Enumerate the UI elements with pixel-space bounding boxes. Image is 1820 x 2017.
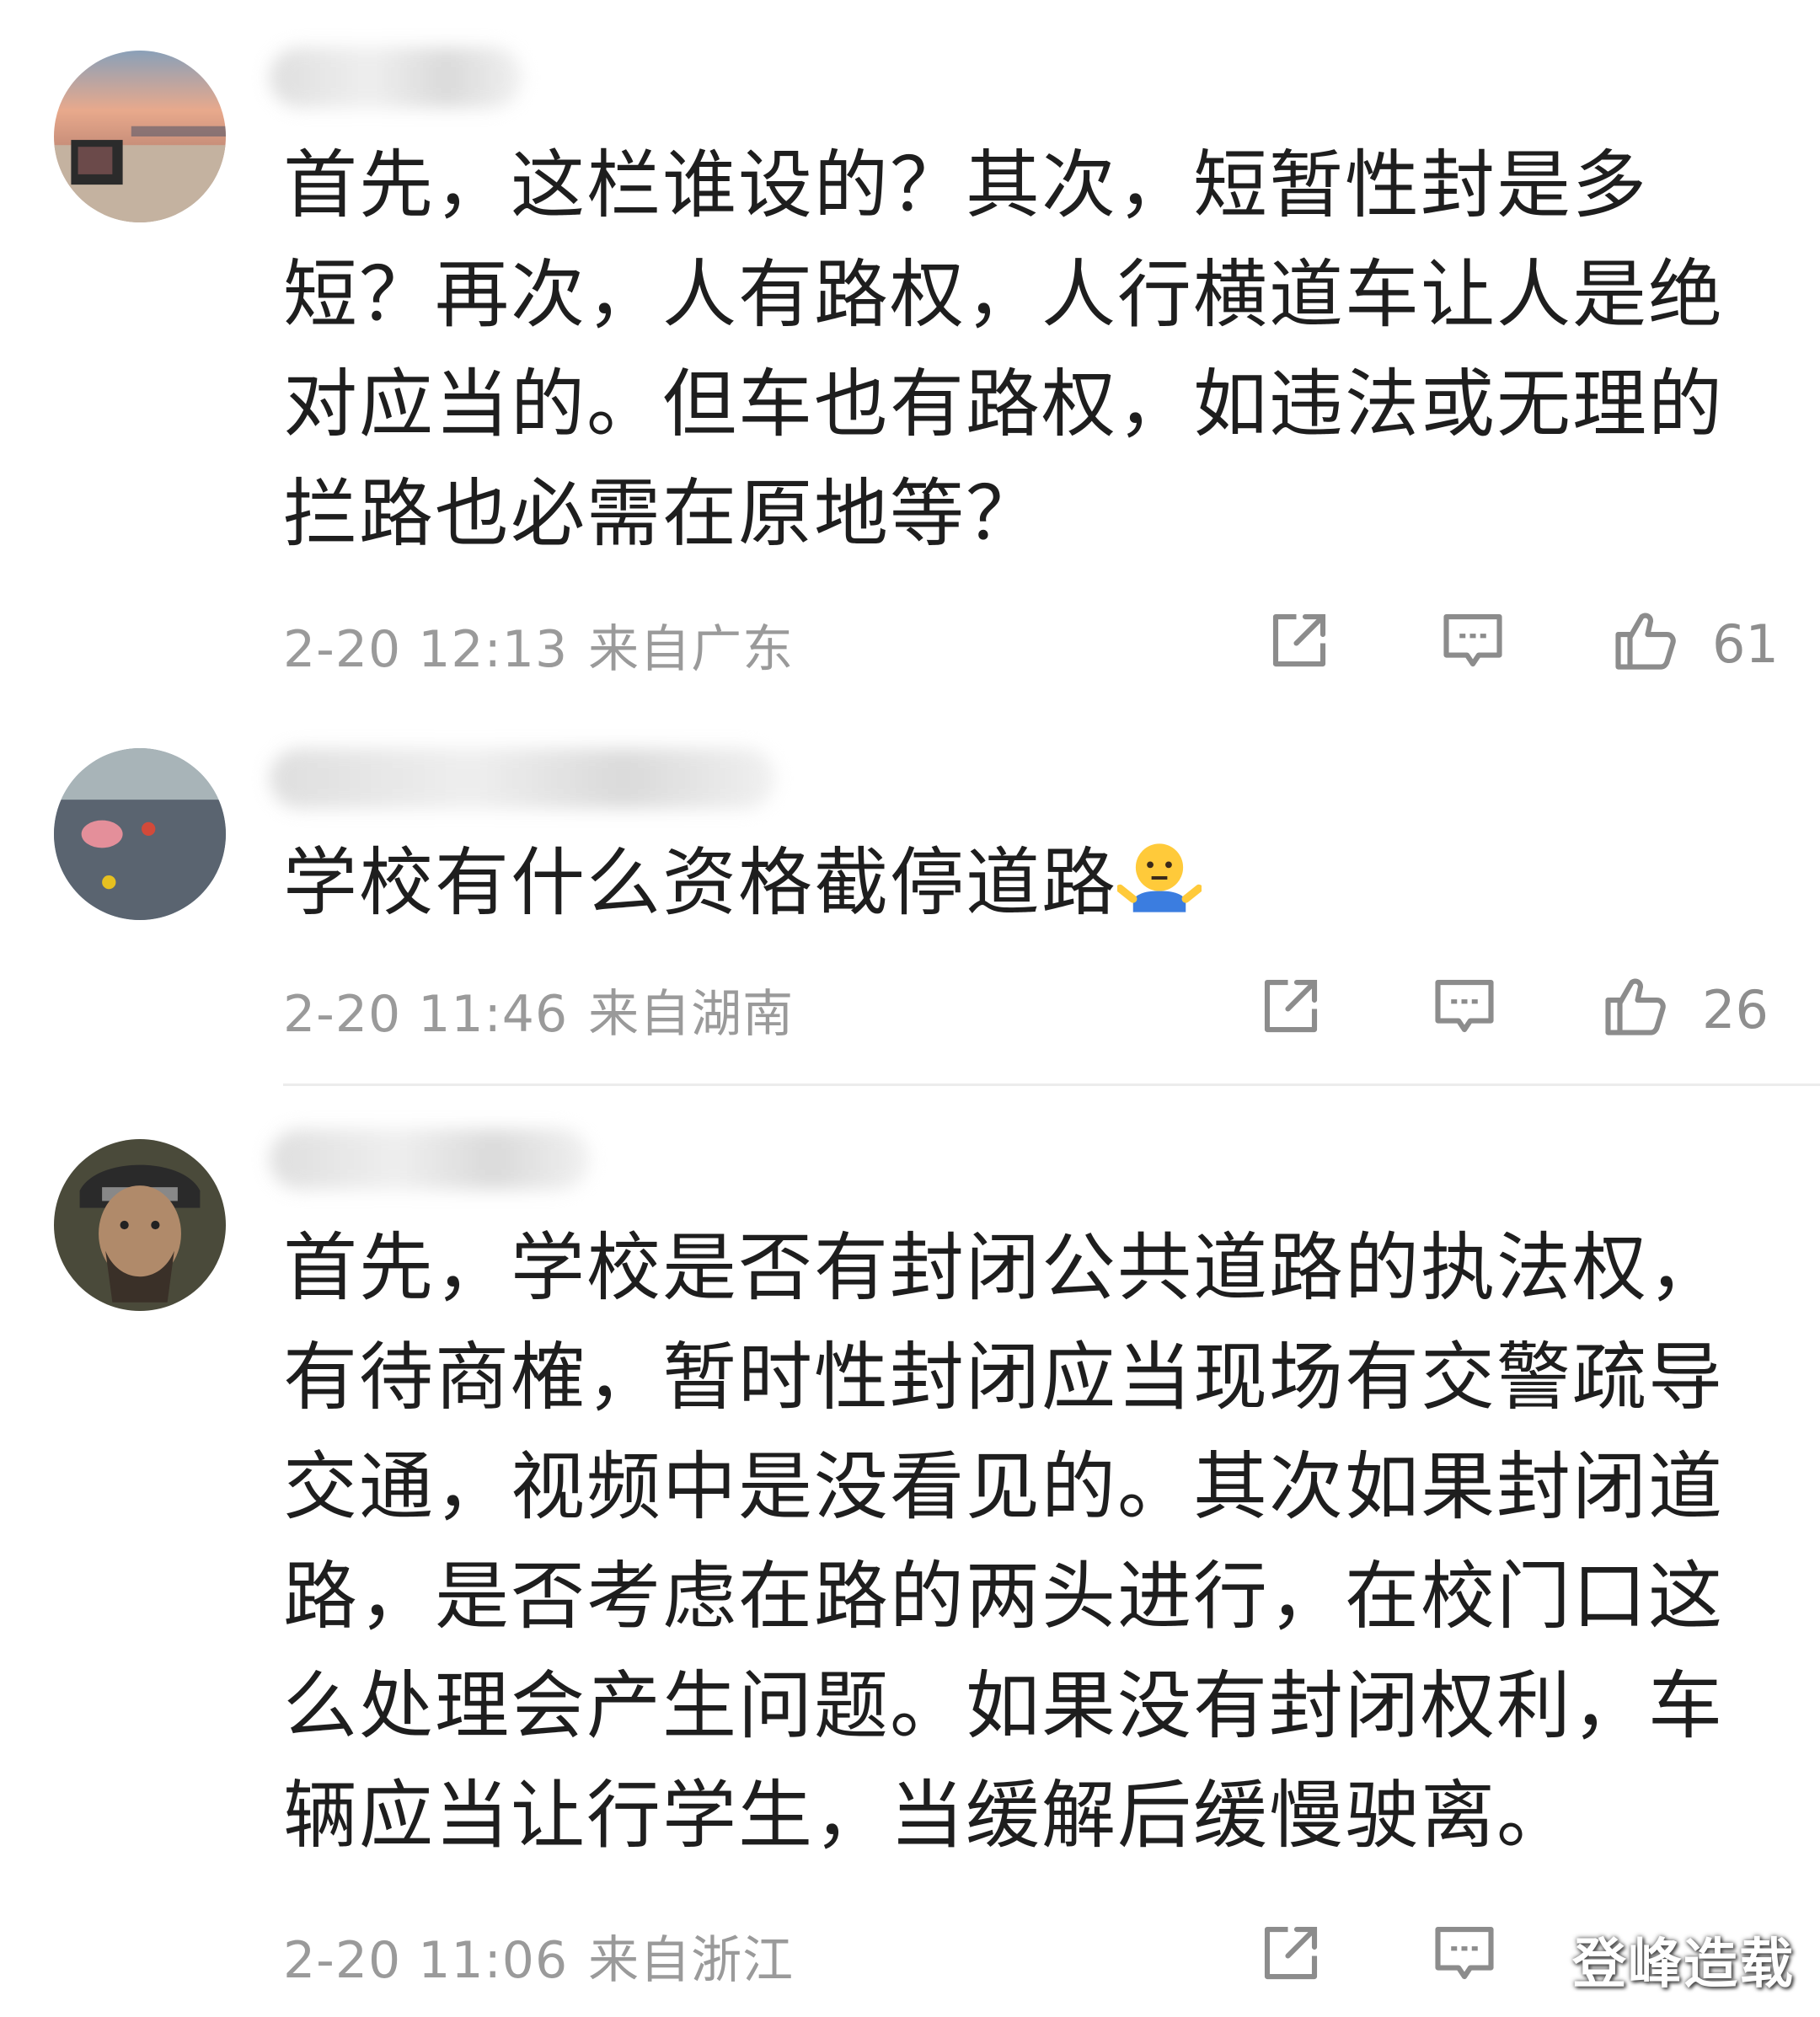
share-button[interactable]	[1255, 1918, 1326, 1988]
like-icon	[1615, 613, 1676, 670]
comment-date: 2-20 11:46	[283, 985, 569, 1044]
comment-text: 首先，学校是否有封闭公共道路的执法权，有待商榷，暂时性封闭应当现场有交警疏导交通…	[283, 1224, 1725, 1859]
username-blurred[interactable]	[270, 748, 775, 809]
comment-text: 学校有什么资格截停道路	[283, 828, 1758, 938]
comment-icon	[1443, 613, 1502, 667]
reply-button[interactable]	[1429, 971, 1500, 1041]
like-count: 26	[1702, 979, 1769, 1041]
comment-text: 首先，这栏谁设的？其次，短暂性封是多短？再次，人有路权，人行横道车让人是绝对应当…	[283, 142, 1725, 557]
divider	[283, 1083, 1820, 1086]
reply-button[interactable]	[1437, 605, 1508, 676]
comment-meta: 2-20 11:06 来自浙江	[283, 1919, 814, 1993]
comment-location: 来自湖南	[588, 985, 795, 1044]
username-blurred[interactable]	[270, 47, 522, 108]
comment-icon	[1435, 1926, 1494, 1980]
comment-date: 2-20 11:06	[283, 1931, 569, 1990]
reply-button[interactable]	[1429, 1918, 1500, 1988]
comment-icon	[1435, 979, 1494, 1033]
avatar[interactable]	[54, 748, 226, 920]
like-icon	[1605, 978, 1666, 1035]
comment-location: 来自广东	[588, 620, 795, 679]
like-button[interactable]	[1599, 971, 1670, 1041]
comment-meta: 2-20 11:46 来自湖南	[283, 973, 814, 1046]
share-icon	[1264, 979, 1318, 1033]
shrugging-person-emoji	[1117, 843, 1202, 912]
share-button[interactable]	[1264, 605, 1335, 676]
share-icon	[1264, 1926, 1318, 1980]
username-blurred[interactable]	[270, 1129, 590, 1190]
like-count: 61	[1712, 613, 1779, 675]
comment-date: 2-20 12:13	[283, 620, 569, 679]
avatar[interactable]	[54, 51, 226, 222]
share-button[interactable]	[1255, 971, 1326, 1041]
watermark: 登峰造载	[1572, 1934, 1795, 1996]
share-icon	[1272, 613, 1326, 667]
like-button[interactable]	[1609, 605, 1680, 676]
avatar[interactable]	[54, 1139, 226, 1311]
comment-text-content: 学校有什么资格截停道路	[283, 839, 1118, 926]
comment-location: 来自浙江	[588, 1931, 795, 1990]
comment-meta: 2-20 12:13 来自广东	[283, 608, 814, 682]
